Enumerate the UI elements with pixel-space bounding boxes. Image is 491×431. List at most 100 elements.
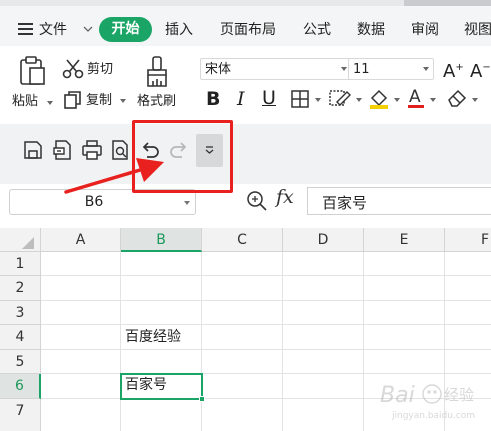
tab-home[interactable]: 开始 (99, 17, 152, 42)
cell-style-dropdown-icon[interactable] (356, 98, 362, 102)
cell-b4[interactable]: 百度经验 (121, 325, 202, 350)
formula-input-value: 百家号 (322, 194, 368, 212)
format-painter-icon[interactable] (144, 55, 170, 89)
select-all-icon (22, 237, 34, 249)
font-name-dropdown-icon[interactable] (341, 67, 347, 71)
cell-d4[interactable] (283, 325, 364, 350)
hamburger-menu-icon[interactable] (18, 23, 33, 35)
tab-data[interactable]: 数据 (357, 20, 385, 40)
column-header-e[interactable]: E (364, 228, 445, 252)
paste-button[interactable]: 粘贴 (12, 93, 38, 111)
row-header-3[interactable]: 3 (0, 301, 41, 325)
bold-button[interactable]: B (206, 88, 220, 110)
tab-view[interactable]: 视图 (464, 20, 491, 40)
cell-d5[interactable] (283, 350, 364, 374)
row-header-4[interactable]: 4 (0, 325, 41, 350)
cell-b3[interactable] (121, 301, 202, 325)
paste-dropdown-icon[interactable] (47, 101, 53, 105)
cell-d1[interactable] (283, 252, 364, 276)
cell-e5[interactable] (364, 350, 445, 374)
cell-b5[interactable] (121, 350, 202, 374)
cell-f4[interactable] (445, 325, 491, 350)
menu-file[interactable]: 文件 (39, 20, 67, 40)
cell-e4[interactable] (364, 325, 445, 350)
font-size-dropdown-icon[interactable] (423, 67, 429, 71)
cell-d7[interactable] (283, 399, 364, 431)
column-header-a[interactable]: A (41, 228, 121, 252)
cell-f1[interactable] (445, 252, 491, 276)
underline-button[interactable]: U (262, 87, 276, 109)
clear-dropdown-icon[interactable] (472, 98, 478, 102)
cell-c4[interactable] (202, 325, 283, 350)
zoom-search-icon[interactable] (245, 189, 269, 213)
cell-b2[interactable] (121, 276, 202, 301)
eraser-icon[interactable] (446, 88, 468, 108)
font-size-select[interactable]: 11 (348, 58, 434, 80)
grow-font-button[interactable]: A+ (443, 57, 464, 83)
borders-icon[interactable] (290, 89, 312, 109)
save-icon[interactable] (23, 140, 43, 160)
row-header-6[interactable]: 6 (0, 374, 41, 399)
name-box-dropdown-icon[interactable] (184, 201, 190, 205)
copy-icon[interactable] (63, 90, 83, 110)
row-header-5[interactable]: 5 (0, 350, 41, 374)
font-color-dropdown-icon[interactable] (430, 98, 436, 102)
fill-color-icon[interactable] (367, 86, 391, 110)
cell-d3[interactable] (283, 301, 364, 325)
cell-a3[interactable] (41, 301, 121, 325)
cell-e2[interactable] (364, 276, 445, 301)
tab-review[interactable]: 审阅 (411, 20, 439, 40)
cell-a1[interactable] (41, 252, 121, 276)
tab-page-layout[interactable]: 页面布局 (220, 20, 276, 40)
insert-function-button[interactable]: fx (276, 188, 294, 207)
cell-e3[interactable] (364, 301, 445, 325)
cell-f2[interactable] (445, 276, 491, 301)
cell-a5[interactable] (41, 350, 121, 374)
svg-text:A: A (409, 87, 421, 107)
row-header-2[interactable]: 2 (0, 276, 41, 301)
format-painter-button[interactable]: 格式刷 (137, 93, 176, 111)
fill-color-dropdown-icon[interactable] (394, 98, 400, 102)
cell-c6[interactable] (202, 374, 283, 399)
cell-c7[interactable] (202, 399, 283, 431)
cell-c3[interactable] (202, 301, 283, 325)
tab-insert[interactable]: 插入 (165, 20, 193, 40)
cell-d6[interactable] (283, 374, 364, 399)
cell-d2[interactable] (283, 276, 364, 301)
cell-a4[interactable] (41, 325, 121, 350)
cell-a2[interactable] (41, 276, 121, 301)
column-header-c[interactable]: C (202, 228, 283, 252)
font-name-select[interactable]: 宋体 (200, 58, 352, 80)
scissors-icon[interactable] (62, 58, 84, 80)
cell-c5[interactable] (202, 350, 283, 374)
copy-button[interactable]: 复制 (86, 92, 112, 110)
cell-a7[interactable] (41, 399, 121, 431)
cell-b1[interactable] (121, 252, 202, 276)
shrink-font-button[interactable]: A− (470, 57, 491, 83)
cell-c1[interactable] (202, 252, 283, 276)
cell-f3[interactable] (445, 301, 491, 325)
chevron-down-icon[interactable] (83, 24, 93, 34)
cut-button[interactable]: 剪切 (87, 61, 113, 79)
cell-e1[interactable] (364, 252, 445, 276)
font-color-icon[interactable]: A (405, 86, 427, 110)
column-header-d[interactable]: D (283, 228, 364, 252)
italic-button[interactable]: I (237, 88, 245, 110)
formula-input[interactable]: 百家号 (307, 187, 491, 215)
fill-handle[interactable] (199, 396, 205, 402)
column-header-f[interactable]: F (445, 228, 491, 252)
row-header-1[interactable]: 1 (0, 252, 41, 276)
borders-dropdown-icon[interactable] (315, 98, 321, 102)
paste-icon[interactable] (18, 55, 48, 87)
cell-f5[interactable] (445, 350, 491, 374)
font-size-value: 11 (353, 62, 370, 77)
cell-a6[interactable] (41, 374, 121, 399)
copy-dropdown-icon[interactable] (120, 99, 126, 103)
select-all-corner[interactable] (0, 228, 41, 252)
column-header-b[interactable]: B (121, 228, 202, 252)
row-header-7[interactable]: 7 (0, 399, 41, 431)
tab-formulas[interactable]: 公式 (303, 20, 331, 40)
cell-b7[interactable] (121, 399, 202, 431)
cell-style-icon[interactable] (328, 88, 352, 110)
cell-c2[interactable] (202, 276, 283, 301)
